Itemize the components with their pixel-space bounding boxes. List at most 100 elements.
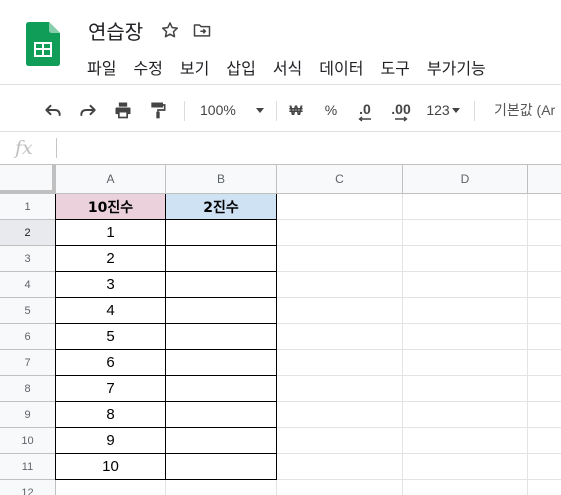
sheets-logo-icon[interactable] bbox=[26, 22, 60, 66]
cell-a9[interactable]: 8 bbox=[56, 402, 166, 428]
menu-format[interactable]: 서식 bbox=[268, 55, 307, 79]
cell-d11[interactable] bbox=[403, 454, 528, 480]
cell-c11[interactable] bbox=[277, 454, 403, 480]
row-header-11[interactable]: 11 bbox=[0, 454, 56, 480]
row-header-7[interactable]: 7 bbox=[0, 350, 56, 376]
cell-c3[interactable] bbox=[277, 246, 403, 272]
cell-c12[interactable] bbox=[277, 480, 403, 495]
cell-d4[interactable] bbox=[403, 272, 528, 298]
cell-a12[interactable] bbox=[56, 480, 166, 495]
cell-d9[interactable] bbox=[403, 402, 528, 428]
cell-b1[interactable]: 2진수 bbox=[166, 194, 277, 220]
row-header-8[interactable]: 8 bbox=[0, 376, 56, 402]
cell-e4[interactable] bbox=[528, 272, 561, 298]
cell-b4[interactable] bbox=[166, 272, 277, 298]
cell-c8[interactable] bbox=[277, 376, 403, 402]
cell-a5[interactable]: 4 bbox=[56, 298, 166, 324]
row-header-12[interactable]: 12 bbox=[0, 480, 56, 495]
cell-c6[interactable] bbox=[277, 324, 403, 350]
decrease-decimal-button[interactable]: .0 bbox=[352, 94, 378, 126]
cell-c4[interactable] bbox=[277, 272, 403, 298]
row-header-9[interactable]: 9 bbox=[0, 402, 56, 428]
cell-e11[interactable] bbox=[528, 454, 561, 480]
cell-c2[interactable] bbox=[277, 220, 403, 246]
cell-a10[interactable]: 9 bbox=[56, 428, 166, 454]
cell-d12[interactable] bbox=[403, 480, 528, 495]
increase-decimal-button[interactable]: .00 bbox=[386, 94, 416, 126]
select-all-corner[interactable] bbox=[0, 165, 56, 194]
cell-e9[interactable] bbox=[528, 402, 561, 428]
cell-e5[interactable] bbox=[528, 298, 561, 324]
more-formats-select[interactable]: 123 bbox=[422, 94, 464, 126]
cell-e7[interactable] bbox=[528, 350, 561, 376]
row-header-6[interactable]: 6 bbox=[0, 324, 56, 350]
cell-e6[interactable] bbox=[528, 324, 561, 350]
cell-d5[interactable] bbox=[403, 298, 528, 324]
cell-b12[interactable] bbox=[166, 480, 277, 495]
column-header-a[interactable]: A bbox=[56, 165, 166, 194]
cell-b10[interactable] bbox=[166, 428, 277, 454]
cell-d8[interactable] bbox=[403, 376, 528, 402]
row-header-1[interactable]: 1 bbox=[0, 194, 56, 220]
cell-b6[interactable] bbox=[166, 324, 277, 350]
row-header-3[interactable]: 3 bbox=[0, 246, 56, 272]
cell-b8[interactable] bbox=[166, 376, 277, 402]
cell-c10[interactable] bbox=[277, 428, 403, 454]
column-header-c[interactable]: C bbox=[277, 165, 403, 194]
menu-view[interactable]: 보기 bbox=[175, 55, 214, 79]
doc-title[interactable]: 연습장 bbox=[88, 16, 143, 45]
print-icon[interactable] bbox=[110, 94, 136, 126]
cell-e3[interactable] bbox=[528, 246, 561, 272]
cell-c5[interactable] bbox=[277, 298, 403, 324]
undo-icon[interactable] bbox=[40, 94, 66, 126]
row-header-4[interactable]: 4 bbox=[0, 272, 56, 298]
column-header-e[interactable] bbox=[528, 165, 561, 194]
menu-data[interactable]: 데이터 bbox=[314, 55, 368, 79]
column-header-d[interactable]: D bbox=[403, 165, 528, 194]
font-family-select[interactable]: 기본값 (Ar bbox=[486, 94, 561, 126]
cell-b3[interactable] bbox=[166, 246, 277, 272]
cell-b7[interactable] bbox=[166, 350, 277, 376]
menu-insert[interactable]: 삽입 bbox=[221, 55, 260, 79]
cell-b9[interactable] bbox=[166, 402, 277, 428]
formula-input[interactable] bbox=[64, 138, 544, 158]
zoom-select[interactable]: 100% bbox=[194, 94, 268, 126]
menu-file[interactable]: 파일 bbox=[82, 55, 121, 79]
cell-a4[interactable]: 3 bbox=[56, 272, 166, 298]
cell-e8[interactable] bbox=[528, 376, 561, 402]
paint-format-icon[interactable] bbox=[145, 94, 171, 126]
percent-format-button[interactable]: % bbox=[320, 94, 342, 126]
row-header-10[interactable]: 10 bbox=[0, 428, 56, 454]
cell-c7[interactable] bbox=[277, 350, 403, 376]
cell-a7[interactable]: 6 bbox=[56, 350, 166, 376]
cell-c9[interactable] bbox=[277, 402, 403, 428]
cell-d7[interactable] bbox=[403, 350, 528, 376]
move-to-folder-icon[interactable] bbox=[191, 19, 213, 41]
cell-e2[interactable] bbox=[528, 220, 561, 246]
cell-a1[interactable]: 10진수 bbox=[56, 194, 166, 220]
redo-icon[interactable] bbox=[75, 94, 101, 126]
cell-a2[interactable]: 1 bbox=[56, 220, 166, 246]
cell-a3[interactable]: 2 bbox=[56, 246, 166, 272]
cell-b5[interactable] bbox=[166, 298, 277, 324]
row-header-5[interactable]: 5 bbox=[0, 298, 56, 324]
cell-c1[interactable] bbox=[277, 194, 403, 220]
cell-d3[interactable] bbox=[403, 246, 528, 272]
column-header-b[interactable]: B bbox=[166, 165, 277, 194]
cell-a11[interactable]: 10 bbox=[56, 454, 166, 480]
cell-e1[interactable] bbox=[528, 194, 561, 220]
cell-b11[interactable] bbox=[166, 454, 277, 480]
cell-b2[interactable] bbox=[166, 220, 277, 246]
menu-edit[interactable]: 수정 bbox=[128, 55, 167, 79]
cell-e12[interactable] bbox=[528, 480, 561, 495]
cell-d2[interactable] bbox=[403, 220, 528, 246]
menu-tools[interactable]: 도구 bbox=[375, 55, 414, 79]
menu-addons[interactable]: 부가기능 bbox=[422, 55, 491, 79]
currency-format-button[interactable]: ₩ bbox=[285, 94, 307, 126]
cell-e10[interactable] bbox=[528, 428, 561, 454]
star-icon[interactable] bbox=[159, 19, 181, 41]
cell-d1[interactable] bbox=[403, 194, 528, 220]
cell-a8[interactable]: 7 bbox=[56, 376, 166, 402]
cell-d6[interactable] bbox=[403, 324, 528, 350]
cell-a6[interactable]: 5 bbox=[56, 324, 166, 350]
